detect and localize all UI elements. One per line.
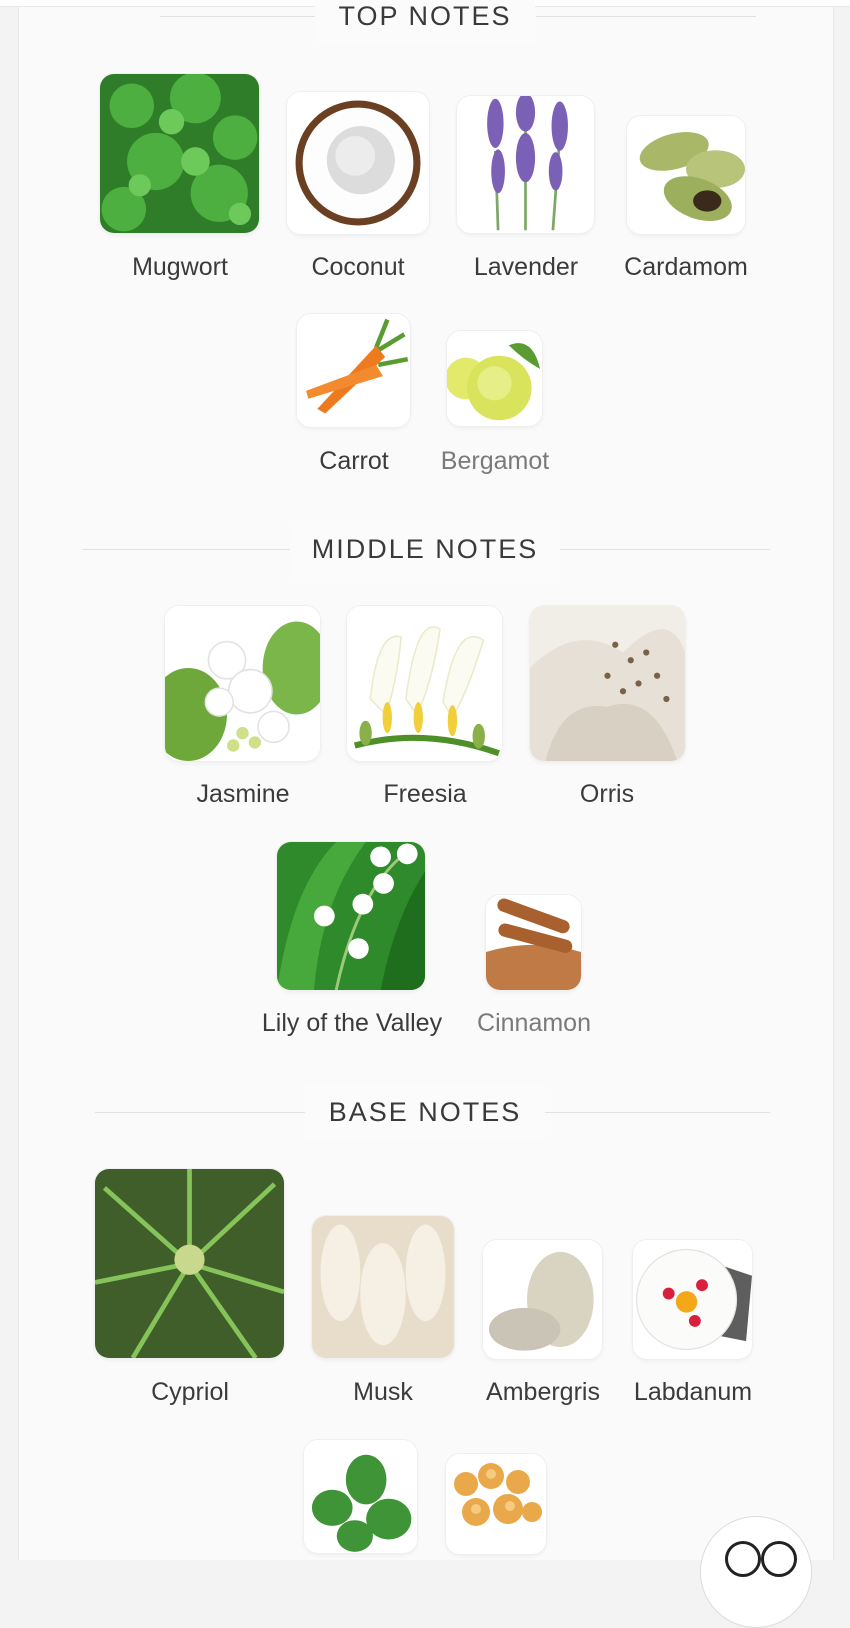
cypriol-image (95, 1169, 284, 1358)
musk-image (312, 1216, 454, 1358)
cinnamon-image (486, 895, 581, 990)
note-label: Musk (353, 1378, 413, 1406)
lavender-image (457, 96, 594, 233)
note-label: Freesia (383, 780, 467, 808)
lily-of-the-valley-image (277, 842, 425, 990)
patchouli-leaf-image (304, 1440, 417, 1553)
ambergris-image (483, 1240, 602, 1359)
note-label: Cypriol (151, 1378, 229, 1406)
note-label: Carrot (319, 447, 389, 475)
resin-image (446, 1454, 546, 1554)
note-label: Lavender (473, 253, 579, 281)
orris-image (530, 606, 685, 761)
note-label: Cardamom (624, 253, 748, 281)
carrot-image (297, 314, 410, 427)
note-label: Bergamot (440, 447, 550, 475)
middle-notes-header: MIDDLE NOTES (0, 521, 850, 577)
note-label: Cinnamon (477, 1009, 591, 1037)
bergamot-image (447, 331, 542, 426)
jasmine-image (165, 606, 320, 761)
ring-icon (725, 1541, 761, 1577)
note-label: Coconut (311, 253, 405, 281)
note-label: Lily of the Valley (261, 1009, 443, 1037)
note-label: Jasmine (196, 780, 290, 808)
note-label: Labdanum (633, 1378, 753, 1406)
divider-line (160, 16, 315, 17)
section-title: TOP NOTES (315, 0, 535, 44)
coconut-image (287, 92, 429, 234)
floating-action-button[interactable] (700, 1516, 812, 1628)
top-notes-header: TOP NOTES (0, 0, 850, 44)
divider-line (545, 1112, 770, 1113)
divider-line (95, 1112, 305, 1113)
divider-line (536, 16, 756, 17)
mugwort-image (100, 74, 259, 233)
ring-icon (761, 1541, 797, 1577)
cardamom-image (627, 116, 745, 234)
divider-line (560, 549, 770, 550)
labdanum-image (633, 1240, 752, 1359)
note-label: Mugwort (132, 253, 228, 281)
freesia-image (347, 606, 502, 761)
divider-line (82, 549, 290, 550)
note-label: Ambergris (486, 1378, 600, 1406)
section-title: BASE NOTES (305, 1084, 545, 1140)
base-notes-header: BASE NOTES (0, 1084, 850, 1140)
note-label: Orris (579, 780, 635, 808)
section-title: MIDDLE NOTES (290, 521, 560, 577)
